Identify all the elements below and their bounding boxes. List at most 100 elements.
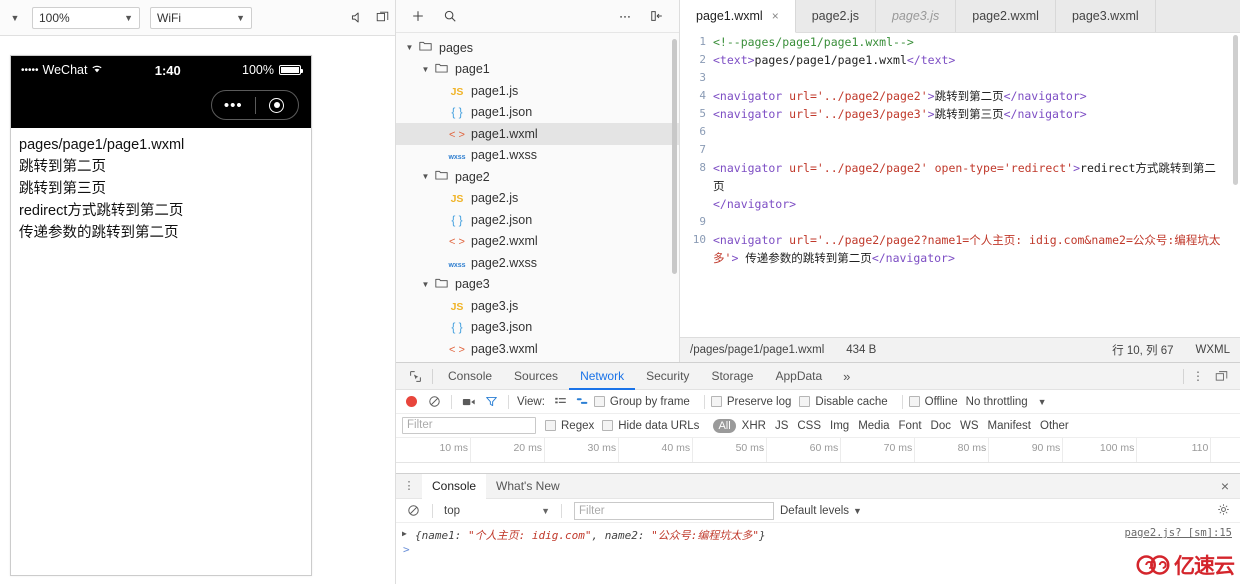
network-type-filter-css[interactable]: CSS [797,420,821,432]
chevron-down-icon[interactable]: ▼ [420,172,431,181]
disable-cache-checkbox[interactable]: Disable cache [799,396,888,408]
hide-data-urls-checkbox[interactable]: Hide data URLs [602,420,699,432]
devtools-tab-console[interactable]: Console [437,363,503,390]
expand-triangle-icon[interactable]: ▶ [402,527,415,538]
clear-icon[interactable] [423,395,445,408]
search-icon[interactable] [434,0,466,33]
devtools-tab-appdata[interactable]: AppData [764,363,833,390]
plus-icon[interactable] [402,0,434,33]
code-line-text[interactable]: <!--pages/page1/page1.wxml--> [713,33,1240,51]
status-language[interactable]: WXML [1196,344,1231,356]
network-type-filter-doc[interactable]: Doc [931,420,951,432]
ellipsis-icon[interactable] [609,0,641,33]
file-tree-scrollbar[interactable] [672,39,677,274]
file-tree-row-page1-json[interactable]: { } page1.json [396,102,679,124]
console-input-prompt[interactable]: > [402,543,1234,557]
editor-tab-page3-wxml[interactable]: page3.wxml [1055,0,1156,32]
close-icon[interactable]: × [1210,478,1240,494]
drawer-tab-what-s-new[interactable]: What's New [486,474,570,499]
console-levels-select[interactable]: Default levels ▼ [780,505,862,517]
code-line-text[interactable] [713,123,1240,141]
zoom-select[interactable]: 100% ▼ [32,6,140,29]
mute-icon[interactable] [343,0,369,36]
file-tree-row-page3-wxml[interactable]: < > page3.wxml [396,338,679,360]
filter-funnel-icon[interactable] [480,395,502,408]
console-context-select[interactable]: top ▼ [439,502,555,520]
file-tree-row-page1-js[interactable]: JS page1.js [396,80,679,102]
settings-gear-icon[interactable] [1210,503,1236,519]
preserve-log-checkbox[interactable]: Preserve log [710,396,791,408]
drawer-tab-console[interactable]: Console [422,473,487,499]
editor-tab-page1-wxml[interactable]: page1.wxml × [680,0,796,33]
chevron-down-icon[interactable]: ▼ [404,43,415,52]
navigator-link-redirect[interactable]: redirect方式跳转到第二页 [19,200,303,222]
devtools-tab-storage[interactable]: Storage [700,363,764,390]
file-tree-row-page1[interactable]: ▼ page1 [396,59,679,81]
editor-tab-page2-wxml[interactable]: page2.wxml [956,0,1056,32]
throttling-select[interactable]: No throttling ▼ [966,396,1047,408]
file-tree-row-page3-js[interactable]: JS page3.js [396,295,679,317]
file-tree-row-page2-wxss[interactable]: wxss page2.wxss [396,252,679,274]
file-tree-row-page2-js[interactable]: JS page2.js [396,188,679,210]
file-tree-row-page2-json[interactable]: { } page2.json [396,209,679,231]
offline-checkbox[interactable]: Offline [908,396,958,408]
editor-tab-page3-js[interactable]: page3.js [875,0,957,32]
console-log-entry[interactable]: ▶ {name1: "个人主页: idig.com", name2: "公众号:… [402,527,1234,543]
screenshot-camera-icon[interactable] [458,396,480,408]
simulator-device-caret-icon[interactable]: ▼ [0,0,30,36]
file-tree-row-page3-json[interactable]: { } page3.json [396,317,679,339]
network-type-filter-other[interactable]: Other [1040,420,1069,432]
capsule-close-icon[interactable] [256,97,299,113]
kebab-menu-icon[interactable]: ⋮ [396,480,422,491]
code-line-text[interactable]: <navigator url='../page2/page2' open-typ… [713,159,1240,213]
file-tree-row-page3[interactable]: ▼ page3 [396,274,679,296]
network-type-filter-ws[interactable]: WS [960,420,979,432]
inspect-element-icon[interactable] [402,363,428,390]
waterfall-view-icon[interactable] [572,395,594,408]
editor-tab-page2-js[interactable]: page2.js [795,0,876,32]
capsule-menu-dots-icon[interactable]: ••• [212,98,255,113]
regex-checkbox[interactable]: Regex [545,420,594,432]
network-type-filter-all[interactable]: All [713,418,736,433]
code-line-text[interactable] [713,69,1240,87]
code-editor[interactable]: 1 <!--pages/page1/page1.wxml--> 2 <text>pag… [680,33,1240,337]
navigator-link-page2[interactable]: 跳转到第二页 [19,156,303,178]
network-type-filter-manifest[interactable]: Manifest [988,420,1031,432]
devtools-tab-security[interactable]: Security [635,363,700,390]
code-line-text[interactable]: <navigator url='../page3/page3'>跳转到第三页</… [713,105,1240,123]
chevron-down-icon[interactable]: ▼ [420,280,431,289]
code-line-text[interactable] [713,213,1240,231]
devtools-tab-sources[interactable]: Sources [503,363,569,390]
network-type-filter-font[interactable]: Font [899,420,922,432]
file-tree-row-pages[interactable]: ▼ pages [396,37,679,59]
panel-layout-icon[interactable] [369,0,395,36]
file-tree-row-page1-wxss[interactable]: wxss page1.wxss [396,145,679,167]
navigator-link-params[interactable]: 传递参数的跳转到第二页 [19,222,303,244]
network-type-filter-media[interactable]: Media [858,420,889,432]
console-filter-input[interactable]: Filter [574,501,774,520]
record-button[interactable] [406,396,417,407]
network-type-filter-img[interactable]: Img [830,420,849,432]
code-line-text[interactable] [713,141,1240,159]
devtools-more-tabs[interactable]: » [833,369,860,384]
editor-scrollbar[interactable] [1233,35,1238,185]
list-view-icon[interactable] [550,395,572,408]
file-tree-row-page2-wxml[interactable]: < > page2.wxml [396,231,679,253]
console-log-source-link[interactable]: page2.js? [sm]:15 [1125,527,1234,539]
kebab-menu-icon[interactable]: ⋮ [1188,370,1208,382]
code-line-text[interactable]: <navigator url='../page2/page2'>跳转到第二页</… [713,87,1240,105]
file-tree-row-page1-wxml[interactable]: < > page1.wxml [396,123,679,145]
network-type-filter-js[interactable]: JS [775,420,788,432]
network-type-filter-xhr[interactable]: XHR [742,420,766,432]
chevron-down-icon[interactable]: ▼ [420,65,431,74]
mini-program-capsule[interactable]: ••• [211,90,299,120]
devtools-tab-network[interactable]: Network [569,363,636,390]
console-log-area[interactable]: ▶ {name1: "个人主页: idig.com", name2: "公众号:… [396,523,1240,584]
network-filter-input[interactable]: Filter [402,417,536,434]
code-line-text[interactable]: <navigator url='../page2/page2?name1=个人主… [713,231,1240,267]
network-request-list[interactable] [396,463,1240,473]
collapse-panel-icon[interactable] [641,0,673,33]
dock-position-icon[interactable] [1208,370,1234,383]
clear-console-icon[interactable] [400,504,426,517]
group-by-frame-checkbox[interactable]: Group by frame [593,396,690,408]
